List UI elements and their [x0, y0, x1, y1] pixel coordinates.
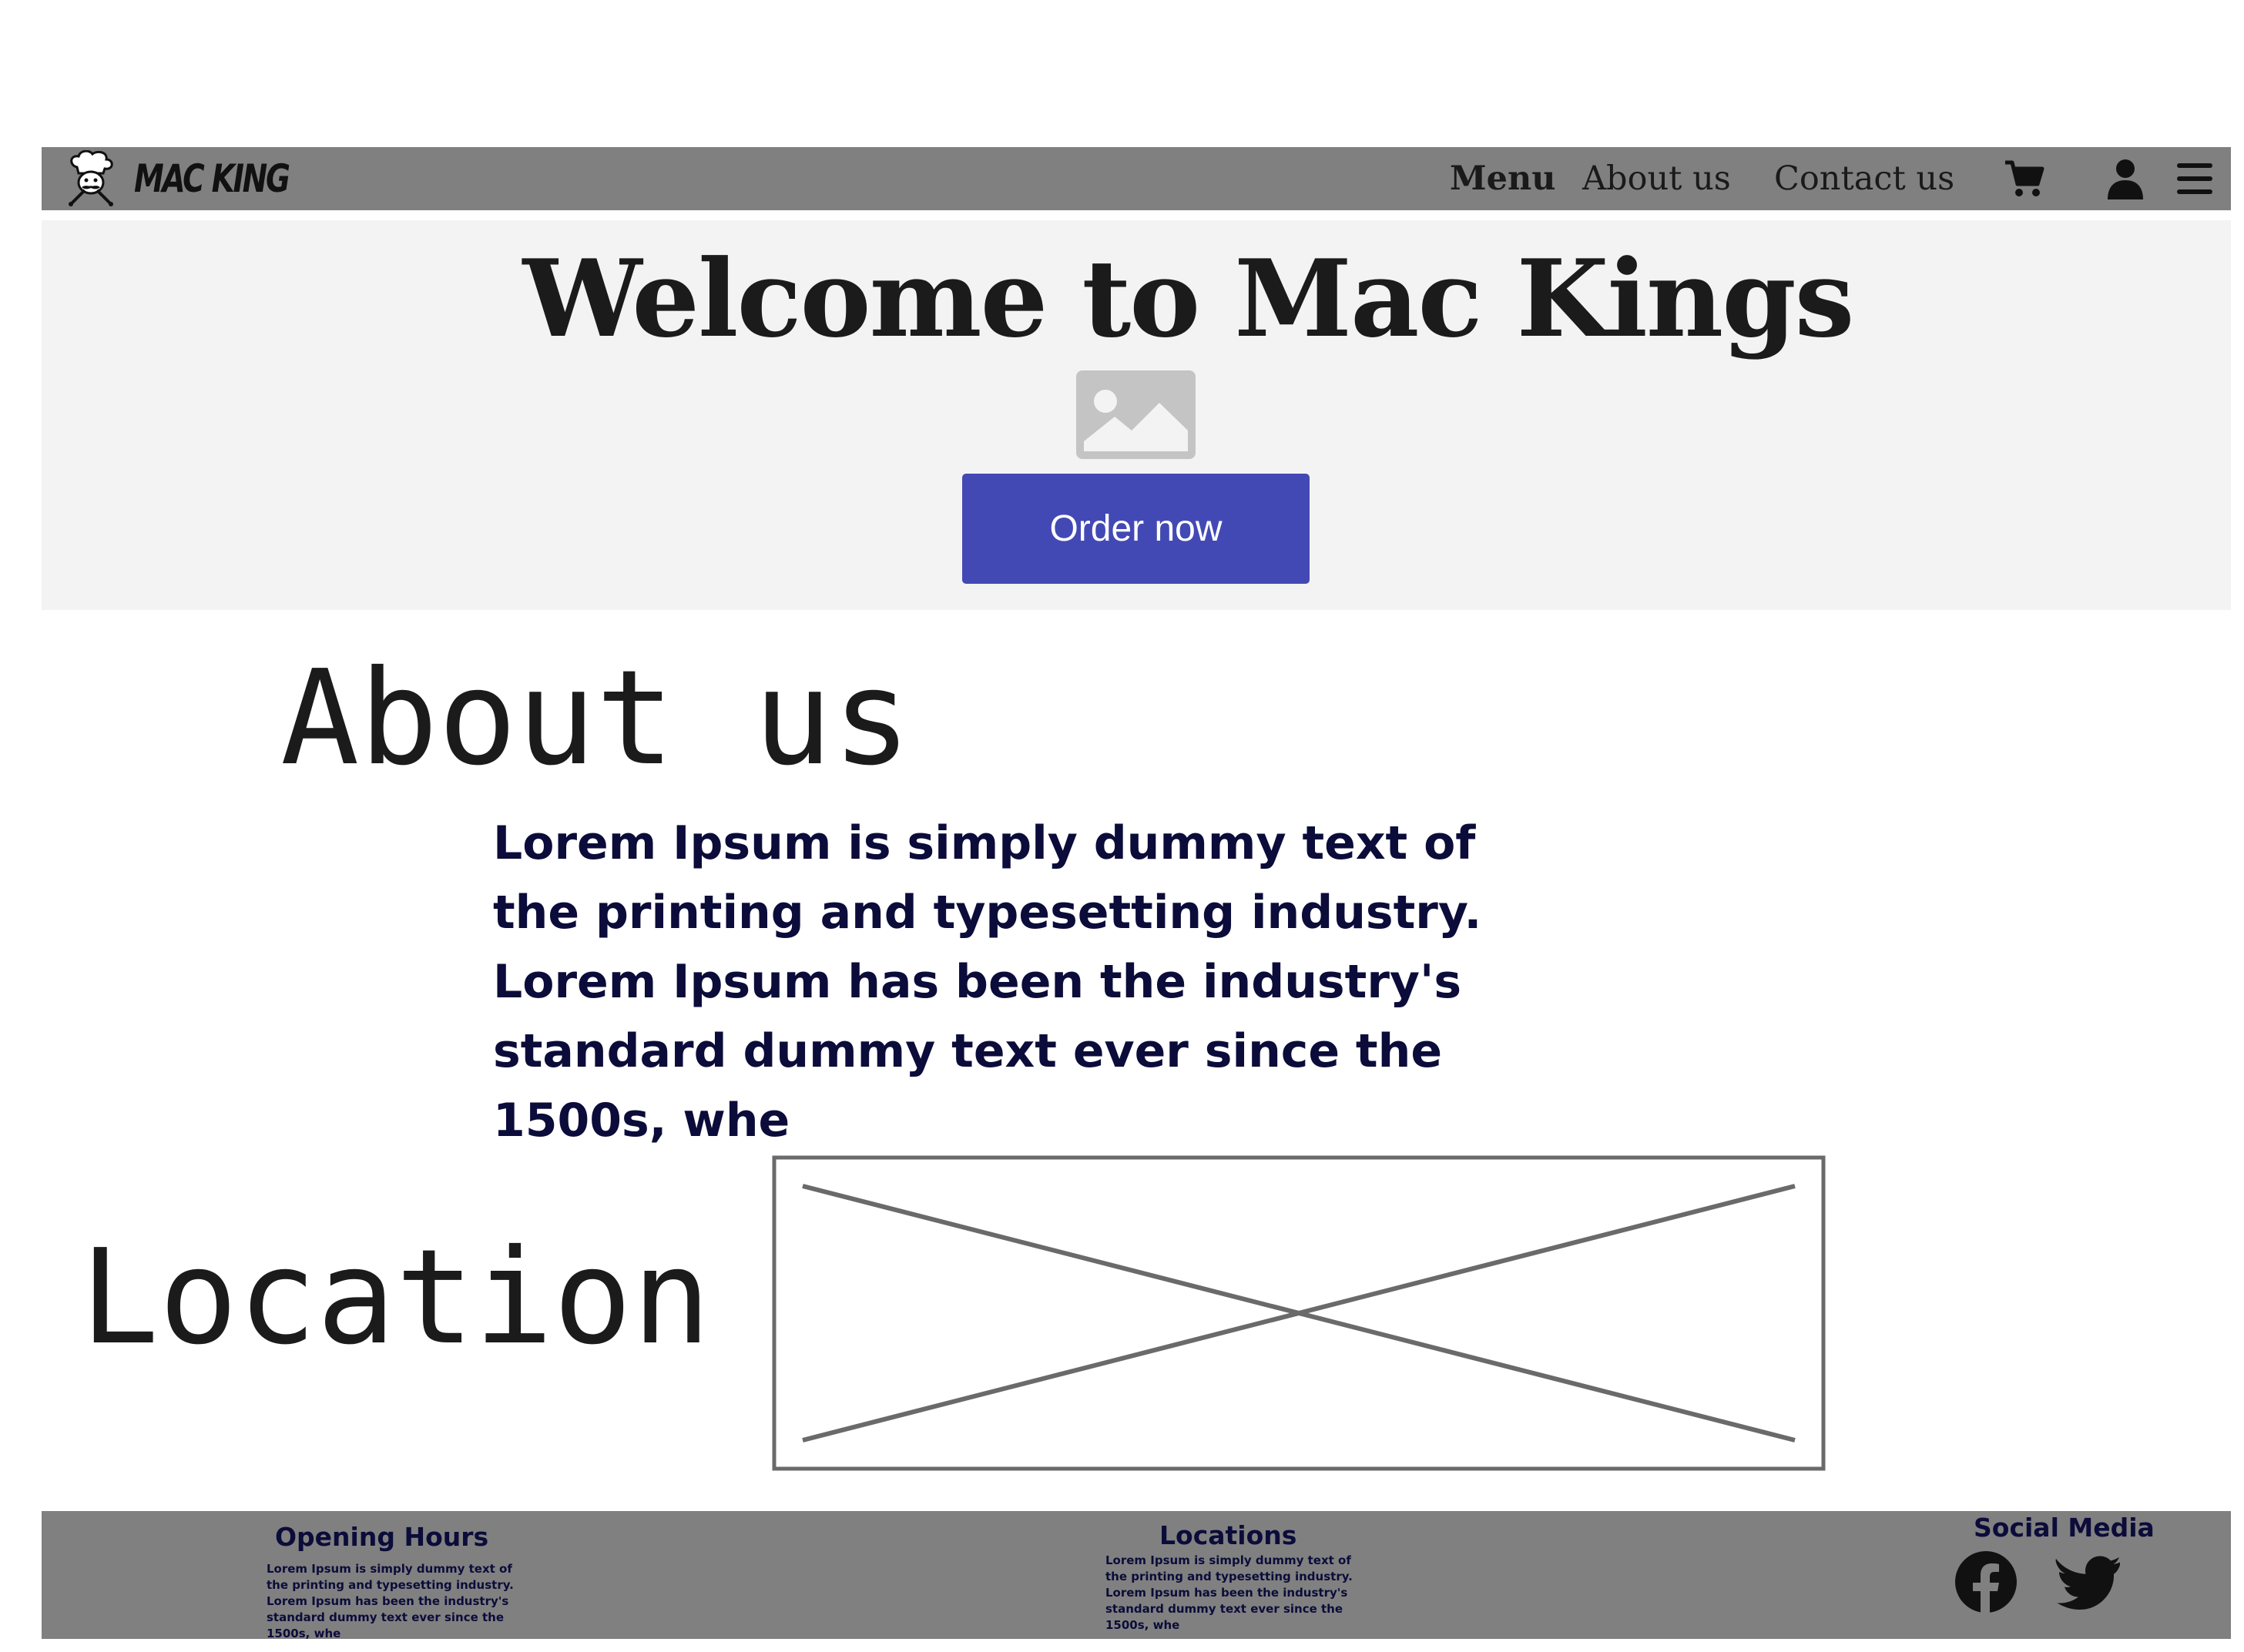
about-us-text: Lorem Ipsum is simply dummy text of the …: [493, 816, 1482, 1148]
navbar: MAC KING Menu About us Contact us: [42, 147, 2231, 210]
brand-name[interactable]: MAC KING: [134, 153, 290, 204]
map-placeholder[interactable]: [772, 1155, 1826, 1471]
locations-heading: Locations: [1159, 1520, 1297, 1550]
cart-icon[interactable]: [2004, 158, 2045, 199]
location-heading: Location: [80, 1221, 711, 1374]
image-placeholder-icon: [1076, 370, 1196, 459]
opening-hours-heading: Opening Hours: [275, 1522, 489, 1552]
twitter-icon[interactable]: [2055, 1550, 2121, 1614]
opening-hours-text: Lorem Ipsum is simply dummy text of the …: [267, 1562, 514, 1640]
user-icon[interactable]: [2105, 158, 2146, 199]
nav-link-about-us[interactable]: About us: [1582, 147, 1731, 210]
social-media-heading: Social Media: [1974, 1513, 2155, 1543]
hamburger-menu-icon[interactable]: [2174, 158, 2215, 199]
about-us-heading: About us: [280, 642, 911, 795]
locations-text: Lorem Ipsum is simply dummy text of the …: [1105, 1553, 1353, 1632]
nav-link-contact-us[interactable]: Contact us: [1774, 147, 1954, 210]
facebook-icon[interactable]: [1954, 1550, 2018, 1614]
order-now-button[interactable]: Order now: [962, 474, 1310, 584]
footer: Opening Hours Lorem Ipsum is simply dumm…: [42, 1511, 2231, 1640]
hero-title: Welcome to Mac Kings: [522, 236, 1855, 361]
nav-link-menu[interactable]: Menu: [1450, 147, 1555, 210]
chef-logo-icon[interactable]: [66, 149, 116, 207]
hero-section: Welcome to Mac Kings Order now: [42, 220, 2231, 610]
